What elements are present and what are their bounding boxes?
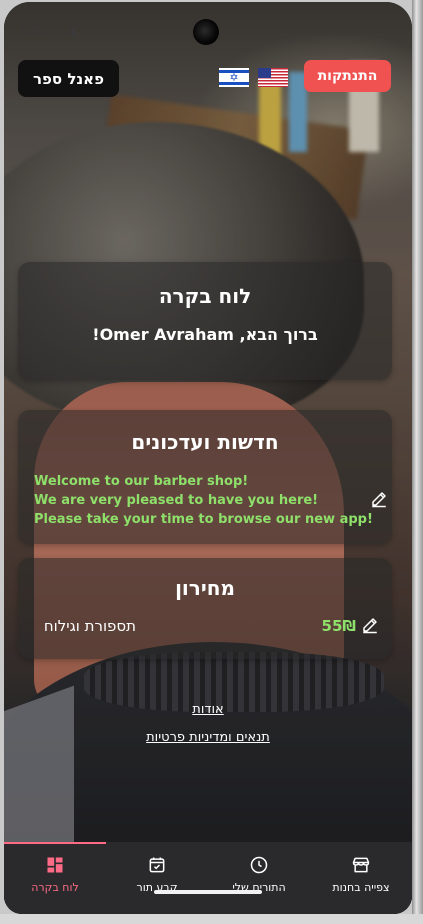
tab-label: צפייה בחנות	[332, 881, 390, 894]
welcome-message: ברוך הבא, Omer Avraham!	[92, 325, 318, 344]
clock-icon	[250, 856, 268, 874]
calendar-check-icon	[149, 857, 165, 873]
news-title: חדשות ועדכונים	[131, 430, 279, 454]
device-edge	[412, 0, 423, 924]
price-list-card: מחירון תספורת וגילוח 55₪	[18, 558, 392, 659]
us-flag-icon[interactable]	[258, 68, 288, 87]
sync-icon: ◌	[83, 25, 91, 38]
news-card: חדשות ועדכונים Welcome to our barber sho…	[18, 410, 392, 544]
tab-store[interactable]: צפייה בחנות	[310, 842, 412, 914]
news-line: Please take your time to browse our new …	[34, 512, 373, 527]
edit-price-icon[interactable]	[361, 616, 379, 634]
tab-label: לוח בקרה	[31, 881, 79, 894]
service-price: 55₪	[321, 617, 356, 635]
dashboard-icon	[47, 857, 63, 873]
dashboard-card: לוח בקרה ברוך הבא, Omer Avraham!	[18, 262, 392, 380]
news-message: Welcome to our barber shop! We are very …	[34, 472, 373, 529]
store-icon	[352, 857, 370, 873]
edit-news-icon[interactable]	[370, 490, 388, 508]
about-link[interactable]: אודות	[4, 702, 412, 717]
price-list-title: מחירון	[175, 576, 235, 600]
bottom-nav: צפייה בחנות התורים שלי קבע תור לוח בקרה	[4, 842, 412, 914]
tab-my-appointments[interactable]: התורים שלי	[208, 842, 310, 914]
app-screen: 6:19 ⛉ ▮ ◌ פאנל ספר ✡ התנתקות לוח בקרה ב…	[4, 2, 412, 914]
news-line: Welcome to our barber shop!	[34, 474, 249, 489]
terms-link[interactable]: תנאים ומדיניות פרטיות	[4, 730, 412, 745]
status-time: 6:19	[20, 24, 46, 39]
sim-icon: ▮	[69, 26, 76, 38]
camera-cutout	[193, 19, 219, 45]
tab-dashboard[interactable]: לוח בקרה	[4, 842, 106, 914]
news-line: We are very pleased to have you here!	[34, 493, 319, 508]
shield-icon: ⛉	[53, 25, 62, 37]
tab-book-appointment[interactable]: קבע תור	[106, 842, 208, 914]
service-name: תספורת וגילוח	[43, 617, 136, 635]
home-indicator[interactable]	[154, 890, 262, 894]
barber-panel-button[interactable]: פאנל ספר	[18, 60, 119, 97]
device-frame: 6:19 ⛉ ▮ ◌ פאנל ספר ✡ התנתקות לוח בקרה ב…	[0, 0, 423, 924]
israel-flag-icon[interactable]: ✡	[219, 68, 249, 87]
dashboard-title: לוח בקרה	[158, 284, 252, 308]
device-bottom	[0, 914, 423, 924]
status-bar: 6:19 ⛉ ▮ ◌	[20, 24, 90, 39]
logout-button[interactable]: התנתקות	[304, 60, 391, 92]
